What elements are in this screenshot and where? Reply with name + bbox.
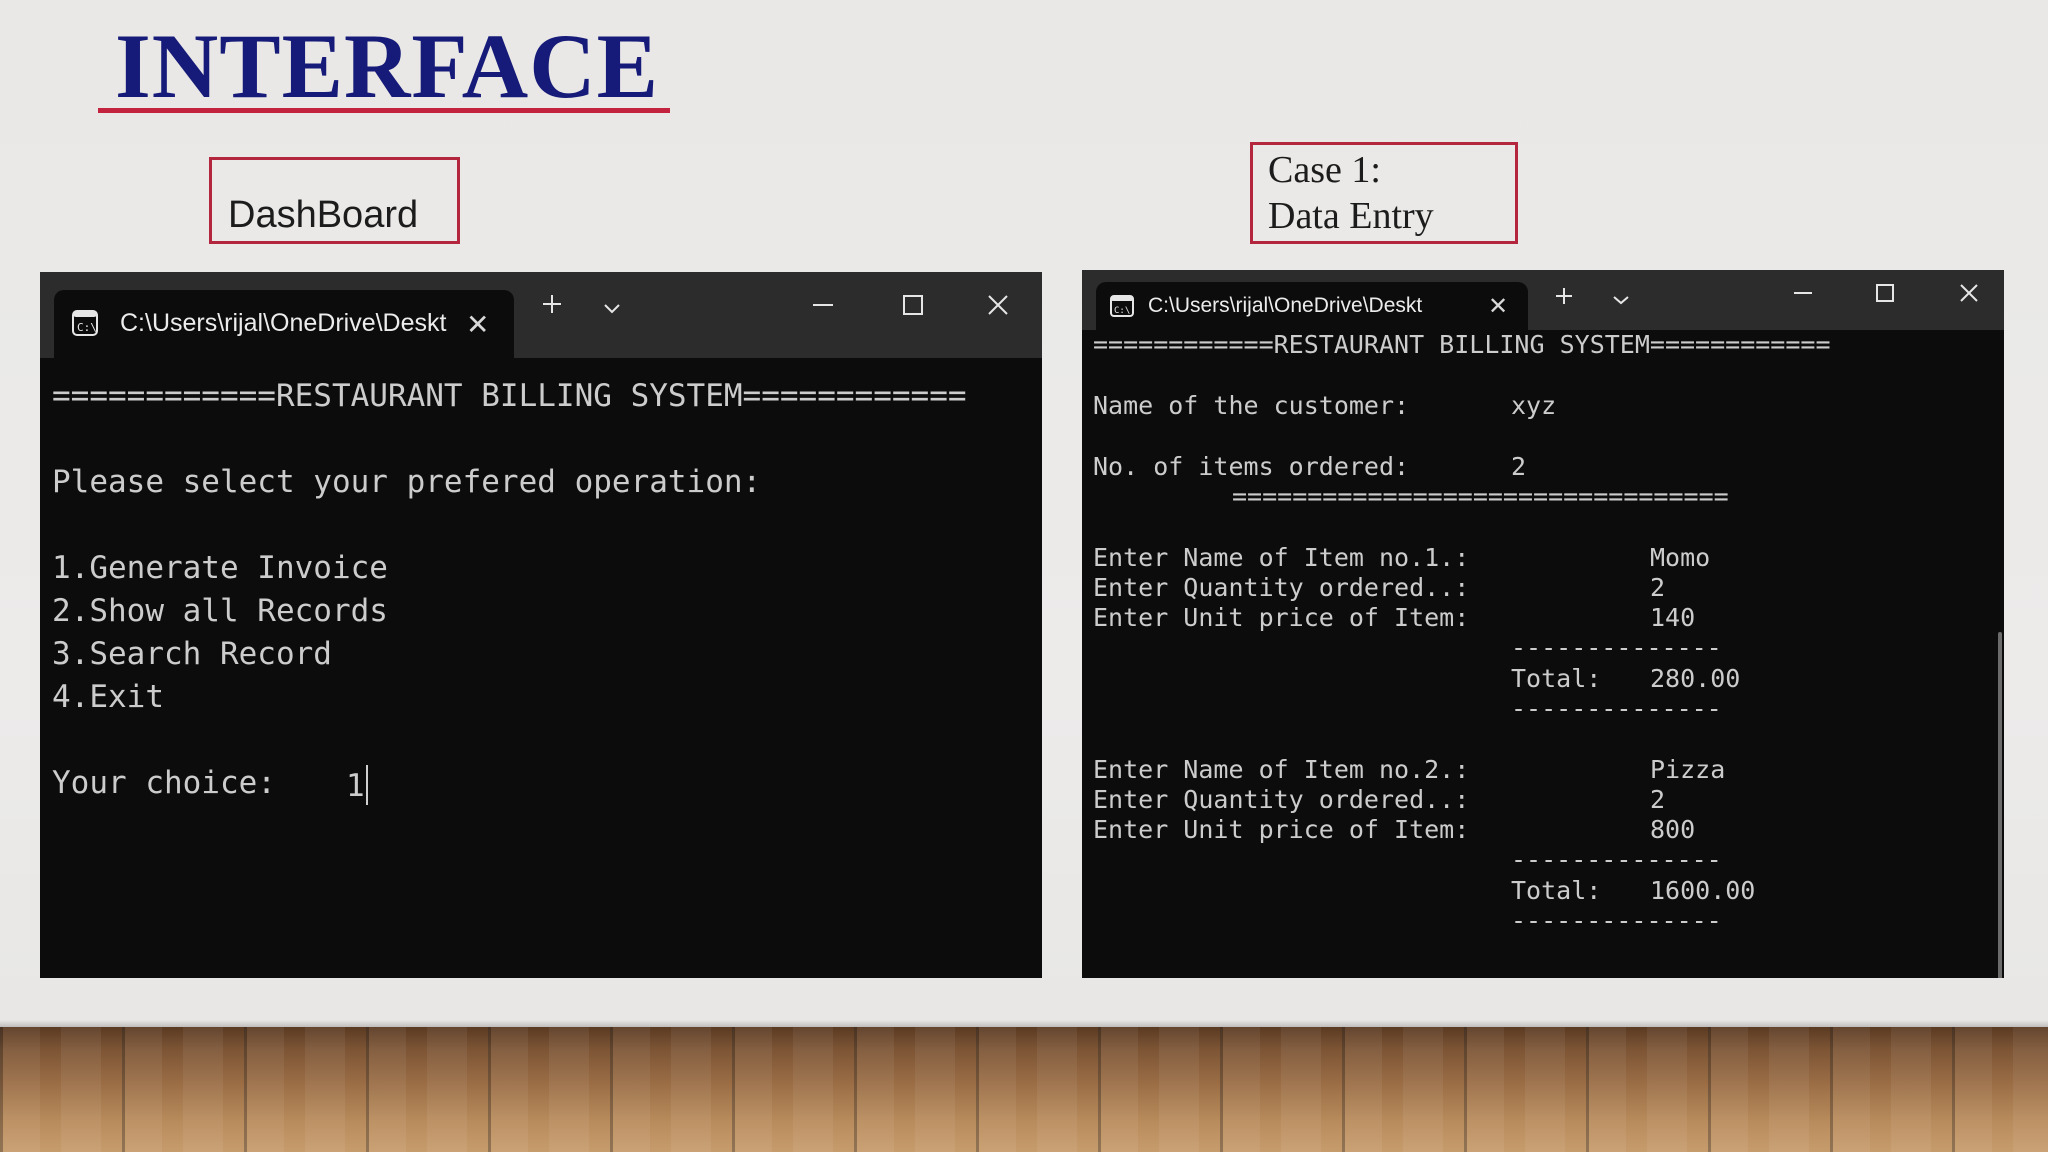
minimize-icon[interactable]: [810, 292, 836, 323]
tab-title: C:\Users\rijal\OneDrive\Deskt: [120, 309, 447, 337]
terminal-titlebar: C:\ C:\Users\rijal\OneDrive\Deskt ✕: [1082, 270, 2004, 330]
choice-label: Your choice:: [52, 765, 276, 801]
terminal-icon: C:\: [1110, 295, 1134, 317]
maximize-icon[interactable]: [900, 292, 926, 323]
svg-text:C:\: C:\: [77, 321, 97, 334]
chevron-down-icon[interactable]: [1612, 292, 1630, 310]
maximize-icon[interactable]: [1874, 282, 1896, 309]
terminal-titlebar: C:\ C:\Users\rijal\OneDrive\Deskt ✕: [40, 272, 1042, 358]
minimize-icon[interactable]: [1792, 282, 1814, 309]
dash-line: --------------: [1511, 845, 1722, 874]
dash-line: --------------: [1511, 633, 1722, 662]
case-label-box: Case 1: Data Entry: [1250, 142, 1518, 244]
new-tab-button[interactable]: [540, 292, 564, 321]
item-price-value: 800: [1650, 815, 1696, 844]
terminal-tab[interactable]: C:\ C:\Users\rijal\OneDrive\Deskt ✕: [1096, 282, 1528, 330]
customer-value: xyz: [1511, 391, 1557, 420]
dashboard-terminal-window: C:\ C:\Users\rijal\OneDrive\Deskt ✕ ====…: [40, 272, 1042, 978]
svg-text:C:\: C:\: [1114, 306, 1130, 316]
terminal-icon: C:\: [72, 310, 98, 336]
case-label-line2: Data Entry: [1268, 195, 1434, 237]
item-price-label: Enter Unit price of Item:: [1093, 815, 1470, 844]
tab-close-icon[interactable]: ✕: [1488, 292, 1508, 321]
item-qty-label: Enter Quantity ordered..:: [1093, 573, 1470, 602]
terminal-tab[interactable]: C:\ C:\Users\rijal\OneDrive\Deskt ✕: [54, 290, 514, 358]
terminal-output: ============RESTAURANT BILLING SYSTEM===…: [1082, 330, 2004, 978]
terminal-header: ============RESTAURANT BILLING SYSTEM===…: [1093, 330, 1831, 359]
items-ordered-value: 2: [1511, 452, 1527, 481]
item-name-value: Pizza: [1650, 755, 1726, 784]
terminal-header: ============RESTAURANT BILLING SYSTEM===…: [52, 378, 967, 414]
item-qty-value: 2: [1650, 785, 1666, 814]
close-icon[interactable]: [985, 292, 1011, 323]
menu-option: 2.Show all Records: [52, 593, 388, 629]
menu-option: 3.Search Record: [52, 636, 332, 672]
tab-close-icon[interactable]: ✕: [466, 308, 489, 341]
slide-title: INTERFACE: [115, 15, 660, 117]
case-label-line1: Case 1:: [1268, 149, 1381, 191]
chevron-down-icon[interactable]: [602, 302, 622, 320]
text-cursor: [365, 765, 368, 805]
item-price-value: 140: [1650, 603, 1696, 632]
tab-title: C:\Users\rijal\OneDrive\Deskt: [1148, 294, 1423, 317]
terminal-scrollbar[interactable]: [1998, 632, 2002, 978]
data-entry-terminal-window: C:\ C:\Users\rijal\OneDrive\Deskt ✕ ====…: [1082, 270, 2004, 978]
new-tab-button[interactable]: [1554, 286, 1574, 311]
menu-option: 4.Exit: [52, 679, 164, 715]
item-total-label: Total:: [1511, 876, 1602, 905]
dashboard-label: DashBoard: [228, 194, 419, 236]
item-price-label: Enter Unit price of Item:: [1093, 603, 1470, 632]
item-name-value: Momo: [1650, 543, 1711, 572]
wood-floor-decoration: [0, 1027, 2048, 1152]
item-name-label: Enter Name of Item no.1.:: [1093, 543, 1470, 572]
terminal-output: ============RESTAURANT BILLING SYSTEM===…: [40, 358, 1042, 805]
item-name-label: Enter Name of Item no.2.:: [1093, 755, 1470, 784]
close-icon[interactable]: [1958, 282, 1980, 309]
item-total-value: 280.00: [1650, 664, 1741, 693]
dash-line: --------------: [1511, 906, 1722, 935]
title-underline: [98, 108, 670, 113]
dash-line: --------------: [1511, 694, 1722, 723]
item-qty-value: 2: [1650, 573, 1666, 602]
item-qty-label: Enter Quantity ordered..:: [1093, 785, 1470, 814]
customer-label: Name of the customer:: [1093, 391, 1410, 420]
items-ordered-label: No. of items ordered:: [1093, 452, 1410, 481]
dashboard-label-box: DashBoard: [209, 157, 460, 244]
choice-input[interactable]: 1: [346, 765, 368, 805]
item-total-value: 1600.00: [1650, 876, 1756, 905]
item-total-label: Total:: [1511, 664, 1602, 693]
menu-prompt: Please select your prefered operation:: [52, 464, 762, 500]
separator-line: =================================: [1232, 482, 1729, 511]
menu-option: 1.Generate Invoice: [52, 550, 388, 586]
choice-value: 1: [346, 768, 365, 804]
